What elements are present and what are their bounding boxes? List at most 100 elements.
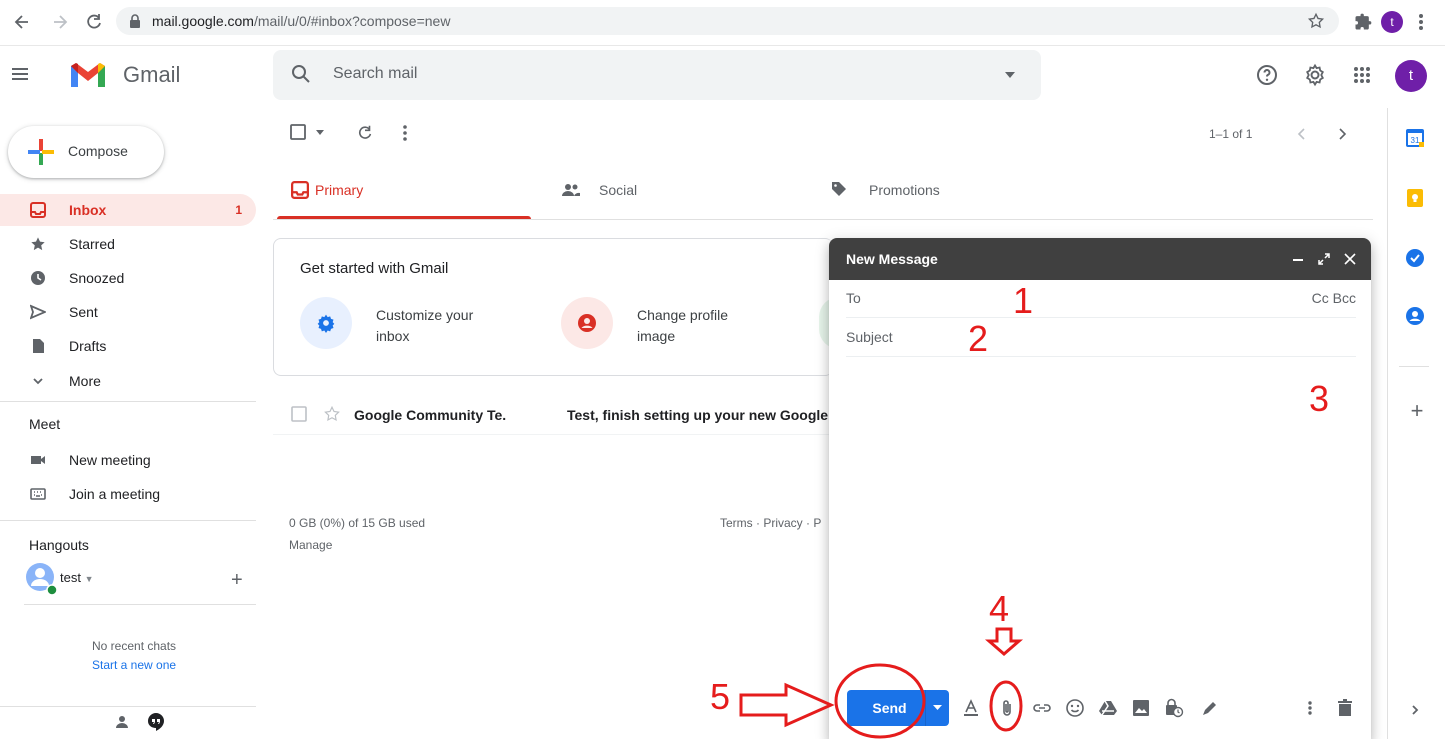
send-options-button[interactable] <box>925 690 949 726</box>
calendar-icon[interactable]: 31 <box>1405 128 1429 152</box>
search-input[interactable]: Search mail <box>333 65 417 83</box>
hangouts-chat-icon[interactable] <box>146 712 166 732</box>
more-options-icon[interactable] <box>1307 698 1327 718</box>
url-path: /mail/u/0/#inbox?compose=new <box>253 13 451 29</box>
tab-primary[interactable]: Primary <box>273 160 531 220</box>
account-avatar[interactable]: t <box>1395 60 1427 92</box>
fullscreen-icon[interactable] <box>1317 252 1331 266</box>
insert-link-icon[interactable] <box>1032 698 1052 718</box>
customize-card-icon[interactable] <box>300 297 352 349</box>
address-bar[interactable]: mail.google.com/mail/u/0/#inbox?compose=… <box>116 7 1339 35</box>
compose-button[interactable]: Compose <box>8 126 164 178</box>
profile-avatar[interactable]: t <box>1381 11 1403 33</box>
minimize-icon[interactable] <box>1293 259 1303 261</box>
settings-gear-icon[interactable] <box>1303 63 1327 87</box>
next-page-icon[interactable] <box>1337 127 1347 141</box>
insert-emoji-icon[interactable] <box>1065 698 1085 718</box>
search-bar[interactable]: Search mail <box>273 50 1041 100</box>
sidebar-item-label: Starred <box>69 236 115 252</box>
keep-icon[interactable] <box>1405 188 1429 212</box>
sidebar-item-label: More <box>69 373 101 389</box>
reload-icon[interactable] <box>84 12 104 32</box>
email-sender: Google Community Te. <box>354 407 507 423</box>
add-addon-plus-icon[interactable]: + <box>1405 400 1429 424</box>
customize-inbox-link[interactable]: Customize your inbox <box>376 305 473 347</box>
search-icon[interactable] <box>291 64 311 84</box>
sidebar-item-starred[interactable]: Starred <box>0 228 256 260</box>
contacts-icon[interactable] <box>1405 306 1429 330</box>
formatting-options-icon[interactable] <box>961 698 981 718</box>
join-meeting-item[interactable]: Join a meeting <box>0 478 256 510</box>
tasks-icon[interactable] <box>1405 248 1429 272</box>
draft-file-icon <box>30 338 46 354</box>
annotation-2: 2 <box>968 318 989 359</box>
sidebar-item-sent[interactable]: Sent <box>0 296 256 328</box>
tag-icon <box>831 181 847 197</box>
sidebar-item-more[interactable]: More <box>0 365 256 397</box>
row-star-icon[interactable] <box>323 405 341 423</box>
discard-draft-trash-icon[interactable] <box>1335 698 1355 718</box>
change-profile-link[interactable]: Change profile image <box>637 305 728 347</box>
sidebar-divider <box>0 401 256 402</box>
email-row[interactable]: Google Community Te. Test, finish settin… <box>273 395 829 435</box>
sidebar-item-label: Sent <box>69 304 98 320</box>
more-actions-icon[interactable] <box>402 124 408 142</box>
gmail-logo-icon[interactable] <box>68 60 108 90</box>
hangouts-section-title: Hangouts <box>29 537 89 553</box>
select-caret-icon[interactable] <box>316 130 324 135</box>
to-field[interactable]: To Cc Bcc <box>846 280 1356 318</box>
sidebar-item-drafts[interactable]: Drafts <box>0 330 256 362</box>
google-drive-icon[interactable] <box>1098 698 1118 718</box>
subject-field[interactable]: Subject <box>846 319 1356 357</box>
refresh-icon[interactable] <box>356 124 374 142</box>
contacts-person-icon[interactable] <box>114 714 130 730</box>
apps-grid-icon[interactable] <box>1350 63 1374 87</box>
browser-toolbar: mail.google.com/mail/u/0/#inbox?compose=… <box>0 0 1445 46</box>
tab-promotions[interactable]: Promotions <box>813 160 1071 220</box>
confidential-mode-icon[interactable] <box>1164 698 1184 718</box>
url-text: mail.google.com/mail/u/0/#inbox?compose=… <box>152 13 450 29</box>
insert-signature-icon[interactable] <box>1200 698 1220 718</box>
bookmark-star-icon[interactable] <box>1307 12 1325 30</box>
get-started-card: Get started with Gmail Customize your inb… <box>273 238 839 376</box>
storage-usage: 0 GB (0%) of 15 GB used <box>289 516 426 530</box>
compose-header[interactable]: New Message <box>829 238 1371 280</box>
footer-links[interactable]: Terms · Privacy · P <box>720 516 821 530</box>
manage-storage-link[interactable]: Manage <box>289 538 332 552</box>
insert-photo-icon[interactable] <box>1131 698 1151 718</box>
sidebar-item-label: Drafts <box>69 338 107 354</box>
cc-bcc-link[interactable]: Cc Bcc <box>1312 290 1356 306</box>
forward-arrow-icon[interactable] <box>50 12 70 32</box>
people-icon <box>561 182 581 198</box>
profile-card-icon[interactable] <box>561 297 613 349</box>
previous-page-icon[interactable] <box>1297 127 1307 141</box>
help-icon[interactable] <box>1255 63 1279 87</box>
browser-menu-icon[interactable] <box>1418 12 1424 32</box>
send-arrow-icon <box>30 304 46 320</box>
user-caret-icon: ▼ <box>84 574 94 584</box>
back-arrow-icon[interactable] <box>12 12 32 32</box>
hangouts-user-avatar-icon[interactable] <box>25 562 59 596</box>
close-icon[interactable] <box>1343 252 1357 266</box>
add-chat-plus-icon[interactable]: + <box>231 569 243 592</box>
start-new-chat-link[interactable]: Start a new one <box>92 658 176 672</box>
hangouts-user[interactable]: test ▼ <box>60 570 94 585</box>
video-camera-icon <box>30 452 46 468</box>
sidebar-item-snoozed[interactable]: Snoozed <box>0 262 256 294</box>
new-meeting-item[interactable]: New meeting <box>0 444 256 476</box>
keyboard-icon <box>30 486 46 502</box>
rail-divider <box>1387 108 1388 739</box>
row-checkbox[interactable] <box>291 406 307 422</box>
rail-separator <box>1399 366 1429 367</box>
expand-panel-chevron-icon[interactable] <box>1405 700 1429 724</box>
select-all-checkbox[interactable] <box>290 124 306 140</box>
tab-social[interactable]: Social <box>543 160 801 220</box>
message-body[interactable] <box>846 358 1356 678</box>
send-button[interactable]: Send <box>847 690 932 726</box>
main-menu-icon[interactable] <box>10 64 30 84</box>
pagination-text: 1–1 of 1 <box>1209 127 1253 141</box>
extensions-puzzle-icon[interactable] <box>1353 12 1373 32</box>
sidebar-item-inbox[interactable]: Inbox 1 <box>0 194 256 226</box>
attach-file-icon[interactable] <box>997 698 1017 718</box>
search-options-caret-icon[interactable] <box>1005 72 1015 78</box>
